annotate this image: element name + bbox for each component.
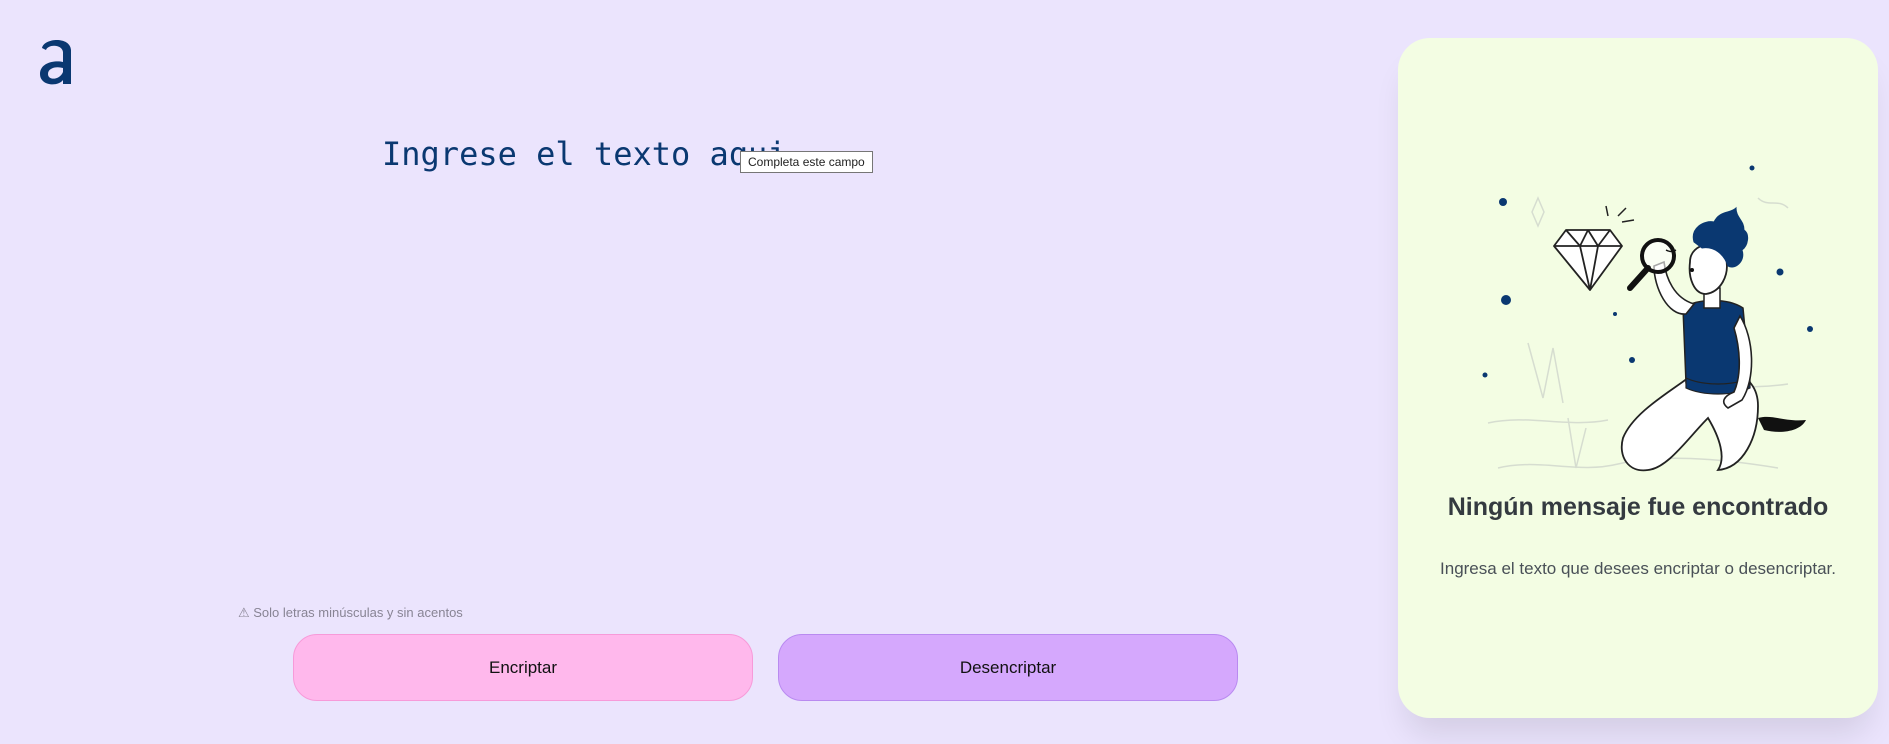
output-panel: Ningún mensaje fue encontrado Ingresa el… (1398, 38, 1878, 718)
hint-text: ⚠ Solo letras minúsculas y sin acentos (238, 605, 463, 620)
panel-title: Ningún mensaje fue encontrado (1447, 493, 1829, 521)
page: Completa este campo ⚠ Solo letras minúsc… (0, 0, 1889, 744)
encrypt-button[interactable]: Encriptar (293, 634, 753, 701)
validation-tooltip: Completa este campo (740, 151, 873, 173)
alura-logo[interactable] (36, 34, 78, 88)
text-input[interactable] (382, 130, 1202, 570)
input-hint: ⚠ Solo letras minúsculas y sin acentos (238, 605, 463, 621)
search-illustration (1482, 165, 1813, 472)
panel-description: Ingresa el texto que desees encriptar o … (1440, 559, 1836, 578)
encrypt-button-label: Encriptar (488, 657, 558, 677)
decrypt-button[interactable]: Desencriptar (778, 634, 1238, 701)
decrypt-button-label: Desencriptar (959, 657, 1057, 677)
